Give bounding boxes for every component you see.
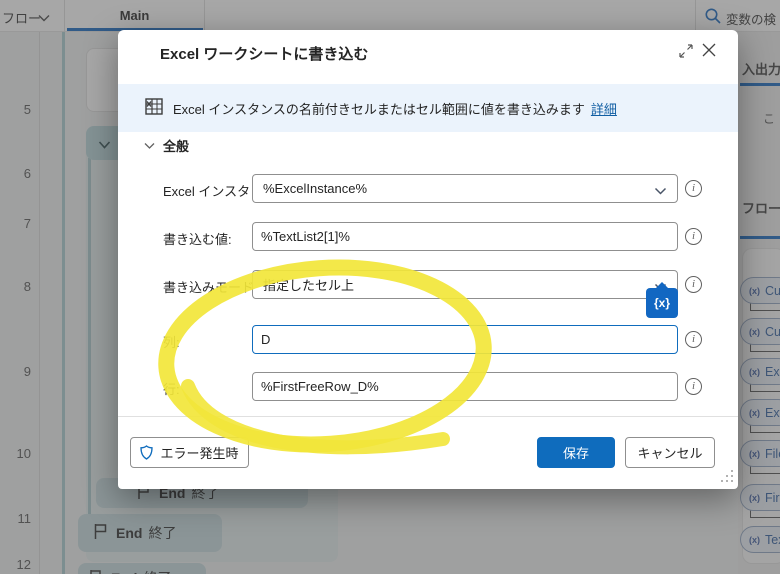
section-general-label: 全般	[163, 139, 190, 154]
column-input[interactable]	[252, 325, 678, 354]
excel-icon	[145, 98, 163, 118]
dialog-title: Excel ワークシートに書き込む	[160, 46, 369, 63]
info-icon[interactable]: i	[685, 276, 702, 293]
chevron-down-icon	[654, 184, 667, 199]
variable-picker-button[interactable]: {x}	[646, 282, 678, 318]
info-icon[interactable]: i	[685, 180, 702, 197]
on-error-label: エラー発生時	[160, 446, 239, 461]
section-general-toggle[interactable]: 全般	[144, 136, 189, 155]
info-icon[interactable]: i	[685, 228, 702, 245]
field-label-column: 列:	[163, 335, 180, 350]
excel-instance-value: %ExcelInstance%	[263, 181, 368, 196]
details-link[interactable]: 詳細	[591, 99, 617, 118]
excel-instance-select[interactable]: %ExcelInstance%	[252, 174, 678, 203]
cancel-button[interactable]: キャンセル	[625, 437, 715, 468]
field-label-write-mode: 書き込みモード:	[163, 280, 258, 295]
chevron-down-icon	[144, 143, 155, 149]
dialog-description: Excel インスタンスの名前付きセルまたはセル範囲に値を書き込みます	[173, 101, 585, 117]
write-to-excel-dialog: Excel ワークシートに書き込む Excel インスタンスの名前付きセルまたは…	[118, 30, 738, 489]
info-icon[interactable]: i	[685, 331, 702, 348]
info-icon[interactable]: i	[685, 378, 702, 395]
write-mode-select[interactable]: 指定したセル上	[252, 270, 678, 299]
field-label-row: 行:	[163, 382, 180, 397]
field-label-value: 書き込む値:	[163, 232, 232, 247]
save-button[interactable]: 保存	[537, 437, 615, 468]
footer-divider	[118, 416, 738, 417]
dialog-description-bar: Excel インスタンスの名前付きセルまたはセル範囲に値を書き込みます 詳細	[118, 84, 738, 132]
value-to-write-input[interactable]	[252, 222, 678, 251]
row-input[interactable]	[252, 372, 678, 401]
shield-icon	[140, 445, 154, 460]
write-mode-value: 指定したセル上	[263, 278, 355, 293]
on-error-button[interactable]: エラー発生時	[130, 437, 249, 468]
close-icon[interactable]	[702, 43, 724, 65]
expand-dialog-icon[interactable]	[679, 44, 699, 64]
resize-grip[interactable]	[721, 470, 734, 483]
